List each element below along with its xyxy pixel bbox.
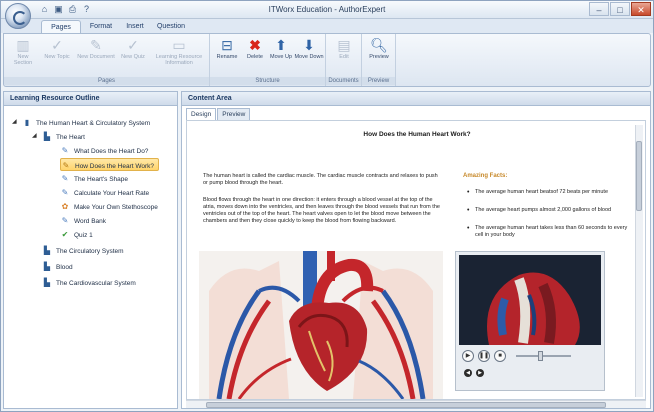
tab-pages[interactable]: Pages <box>41 20 81 33</box>
outline-header: Learning Resource Outline <box>4 92 177 106</box>
move-up-button[interactable]: ⬆ Move Up <box>266 36 296 60</box>
book-icon: ▮ <box>24 118 30 127</box>
edit-button[interactable]: ▤ Edit <box>329 36 359 60</box>
tree-item-section[interactable]: ▙ The Circulatory System <box>42 244 124 257</box>
tree-item-root[interactable]: ◢ ▮ The Human Heart & Circulatory System <box>12 116 150 129</box>
preview-icon: 🔍︎ <box>370 37 388 53</box>
facts-heading: Amazing Facts: <box>463 173 508 179</box>
tab-format[interactable]: Format <box>85 20 117 33</box>
expand-arrow-icon[interactable]: ◢ <box>32 130 37 143</box>
arrow-up-icon: ⬆ <box>275 37 287 53</box>
rename-button[interactable]: ⊟ Rename <box>212 36 242 60</box>
fact-item: The average human heart takes less than … <box>463 225 633 239</box>
content-area-panel: Content Area Design Preview How Does the… <box>181 91 651 409</box>
tab-question[interactable]: Question <box>153 20 189 33</box>
edit-page-icon: ✎ <box>62 161 70 170</box>
ribbon-group-structure: ⊟ Rename ✖ Delete ⬆ Move Up ⬇ Move Down … <box>210 34 326 86</box>
check-icon: ✓ <box>127 37 139 53</box>
expand-arrow-icon[interactable]: ◢ <box>12 116 17 129</box>
tab-preview[interactable]: Preview <box>217 108 251 120</box>
page-title: How Does the Human Heart Work? <box>363 131 471 138</box>
section-icon: ▙ <box>43 278 51 287</box>
tree-item-section[interactable]: ▙ The Cardiovascular System <box>42 276 136 289</box>
info-icon: ▭ <box>172 37 186 53</box>
minimize-button[interactable]: – <box>589 2 609 16</box>
quiz-icon: ✔ <box>61 230 69 239</box>
section-icon: ▙ <box>43 132 51 141</box>
chart-icon: ▥ <box>16 37 30 53</box>
activity-icon: ✿ <box>61 202 69 211</box>
video-player[interactable]: ▶ ❚❚ ■ ◀ ▶ <box>455 251 605 391</box>
volume-slider-track[interactable] <box>516 355 571 357</box>
new-section-button[interactable]: ▥ New Section <box>8 36 38 66</box>
rename-icon: ⊟ <box>221 37 233 53</box>
move-down-button[interactable]: ⬇ Move Down <box>294 36 324 60</box>
document-icon: ✎ <box>90 37 102 53</box>
rewind-icon[interactable]: ◀ <box>464 369 472 377</box>
window-title: ITWorx Education - AuthorExpert <box>268 5 386 14</box>
tree-item-quiz[interactable]: ✔ Quiz 1 <box>60 228 93 241</box>
tree-item-the-heart[interactable]: ◢ ▙ The Heart <box>32 130 85 143</box>
new-quiz-button[interactable]: ✓ New Quiz <box>118 36 148 60</box>
ribbon-group-pages: ▥ New Section ✓ New Topic ✎ New Document… <box>4 34 210 86</box>
section-icon: ▙ <box>43 262 51 271</box>
arrow-down-icon: ⬇ <box>303 37 315 53</box>
check-icon: ✓ <box>51 37 63 53</box>
content-tab-strip: Design Preview <box>186 108 251 120</box>
ribbon-group-preview: 🔍︎ Preview Preview <box>362 34 396 86</box>
design-canvas[interactable]: How Does the Human Heart Work? The human… <box>186 120 646 400</box>
horizontal-scroll-thumb[interactable] <box>206 402 606 408</box>
new-document-button[interactable]: ✎ New Document <box>76 36 116 60</box>
learning-resource-information-button[interactable]: ▭ Learning Resource Information <box>152 36 206 66</box>
tree-item-page[interactable]: ✎ Calculate Your Heart Rate <box>60 186 150 199</box>
stop-icon[interactable]: ■ <box>494 350 506 362</box>
horizontal-scrollbar[interactable] <box>186 400 646 408</box>
ribbon-group-documents: ▤ Edit Documents <box>326 34 362 86</box>
intro-paragraph[interactable]: The human heart is called the cardiac mu… <box>203 173 441 187</box>
section-icon: ▙ <box>43 246 51 255</box>
fact-item: The average heart pumps almost 2,000 gal… <box>463 207 633 214</box>
ribbon: ▥ New Section ✓ New Topic ✎ New Document… <box>3 33 651 87</box>
learning-resource-outline-panel: Learning Resource Outline ◢ ▮ The Human H… <box>3 91 178 409</box>
volume-slider-handle[interactable] <box>538 351 543 361</box>
pause-icon[interactable]: ❚❚ <box>478 350 490 362</box>
window-controls: – □ ✕ <box>589 2 651 16</box>
forward-icon[interactable]: ▶ <box>476 369 484 377</box>
page-icon: ✎ <box>61 174 69 183</box>
ribbon-group-label: Pages <box>4 77 209 85</box>
blood-flow-paragraph[interactable]: Blood flows through the heart in one dir… <box>203 197 441 225</box>
close-button[interactable]: ✕ <box>631 2 651 16</box>
play-icon[interactable]: ▶ <box>462 350 474 362</box>
new-topic-button[interactable]: ✓ New Topic <box>42 36 72 60</box>
tab-design[interactable]: Design <box>186 108 217 120</box>
video-screen[interactable] <box>459 255 601 345</box>
page-icon: ✎ <box>61 216 69 225</box>
tree-item-page[interactable]: ✎ What Does the Heart Do? <box>60 144 149 157</box>
vertical-scroll-thumb[interactable] <box>636 141 642 211</box>
tab-insert[interactable]: Insert <box>121 20 149 33</box>
title-bar: ⌂ ▣ ⎙ ? ITWorx Education - AuthorExpert … <box>1 1 653 19</box>
tree-item-page[interactable]: ✎ The Heart's Shape <box>60 172 128 185</box>
maximize-button[interactable]: □ <box>610 2 630 16</box>
page-icon: ✎ <box>61 146 69 155</box>
ribbon-group-label: Structure <box>210 77 325 85</box>
page-icon: ✎ <box>61 188 69 197</box>
ribbon-tab-strip: Pages Format Insert Question <box>1 19 653 33</box>
tree-item-page[interactable]: ✎ Word Bank <box>60 214 106 227</box>
preview-button[interactable]: 🔍︎ Preview <box>364 36 394 60</box>
app-window: ⌂ ▣ ⎙ ? ITWorx Education - AuthorExpert … <box>0 0 654 412</box>
ribbon-group-label: Preview <box>362 77 395 85</box>
application-menu-button[interactable] <box>5 3 31 29</box>
ribbon-group-label: Documents <box>326 77 361 85</box>
tree-item-selected[interactable]: ✎ How Does the Heart Work? <box>60 158 159 171</box>
tree-item-section[interactable]: ▙ Blood <box>42 260 73 273</box>
heart-illustration[interactable] <box>199 251 443 399</box>
fact-item: The average human heart beatsof 72 beats… <box>463 189 633 196</box>
edit-icon: ▤ <box>337 37 351 53</box>
content-area-header: Content Area <box>182 92 650 106</box>
tree-item-page[interactable]: ✿ Make Your Own Stethoscope <box>60 200 158 213</box>
